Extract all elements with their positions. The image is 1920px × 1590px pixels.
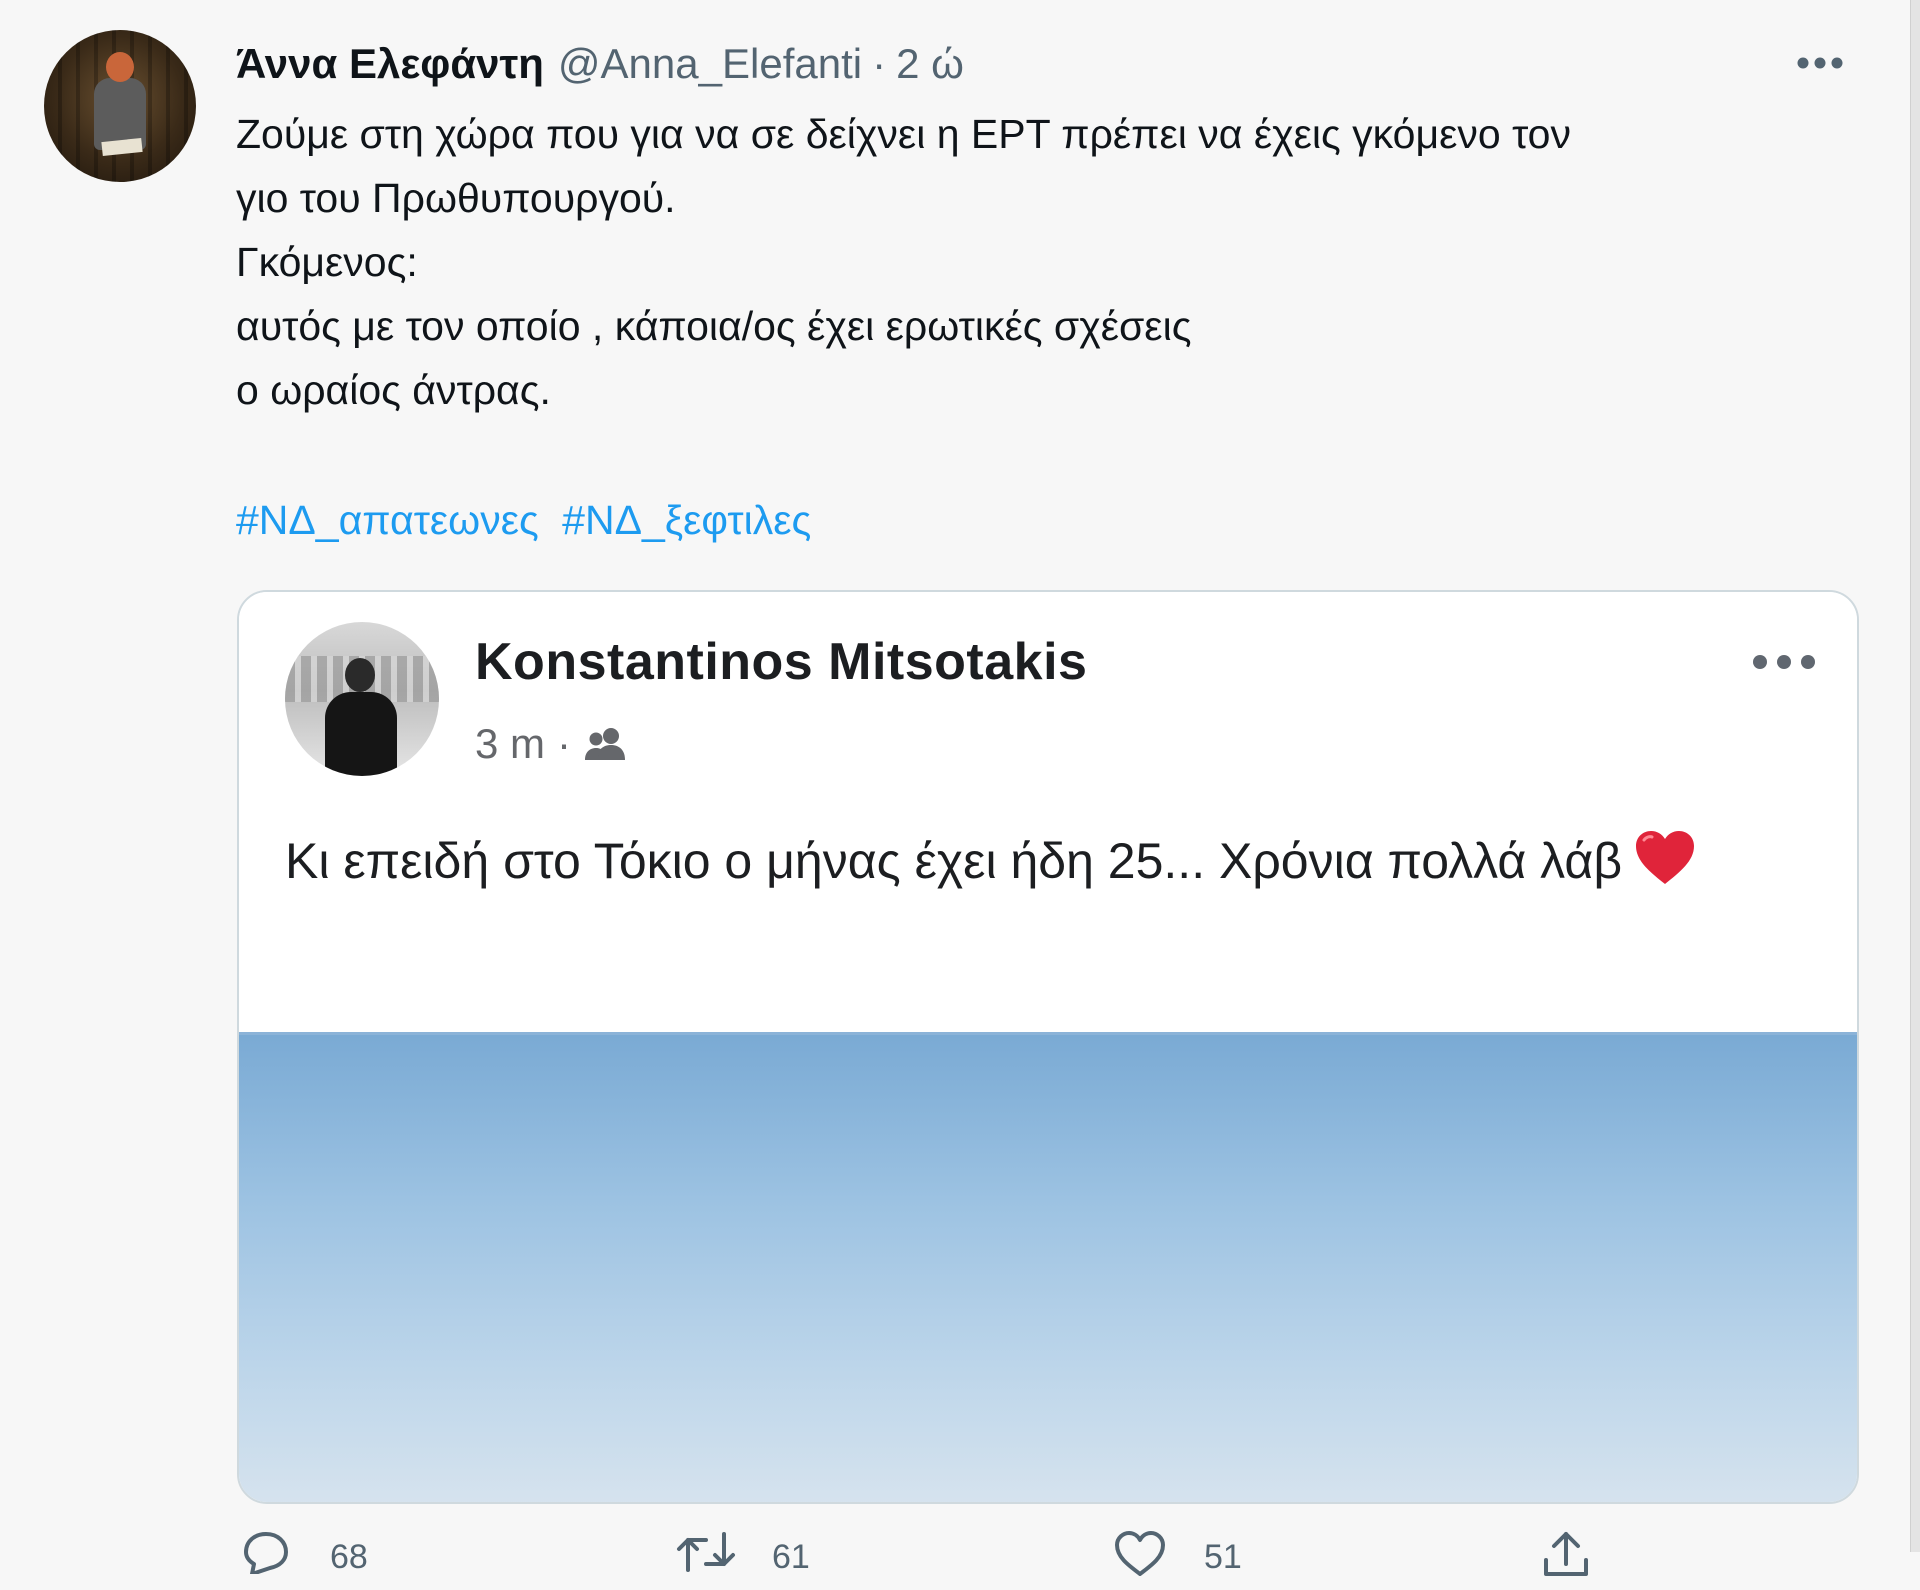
more-options-button[interactable] xyxy=(1790,40,1850,86)
like-button[interactable]: 51 xyxy=(1112,1530,1242,1578)
fb-post-author-name: Konstantinos Mitsotakis xyxy=(475,633,1088,691)
fb-post-more xyxy=(1739,642,1829,682)
like-count: 51 xyxy=(1204,1538,1242,1576)
reply-icon xyxy=(244,1532,288,1574)
share-icon xyxy=(1544,1532,1588,1576)
share-button[interactable] xyxy=(1540,1530,1592,1578)
retweet-icon xyxy=(677,1532,735,1572)
friends-icon xyxy=(585,728,626,760)
avatar-figure-head xyxy=(106,52,134,82)
fb-post-avatar xyxy=(285,622,439,776)
fb-post-text: Κι επειδή στο Τόκιο ο μήνας έχει ήδη 25.… xyxy=(285,814,1825,908)
heart-icon xyxy=(1115,1531,1165,1576)
tweet-header: Άννα Ελεφάντη @Anna_Elefanti · 2 ώ xyxy=(236,34,964,94)
tweet-text: Ζούμε στη χώρα που για να σε δείχνει η Ε… xyxy=(236,111,1571,413)
fb-post-photo-sky xyxy=(239,1032,1857,1502)
avatar[interactable] xyxy=(44,30,196,182)
fb-post-time: 3 m xyxy=(475,720,546,767)
fb-avatar-figure-head xyxy=(345,658,375,692)
more-horizontal-icon xyxy=(1753,655,1815,669)
red-heart-icon xyxy=(1636,831,1695,884)
fb-avatar-figure-body xyxy=(325,692,397,776)
fb-post-text-content: Κι επειδή στο Τόκιο ο μήνας έχει ήδη 25.… xyxy=(285,833,1623,889)
window-scrollbar-edge xyxy=(1910,0,1920,1552)
header-separator: · xyxy=(872,40,887,87)
retweet-count: 61 xyxy=(772,1538,810,1576)
attached-image[interactable]: Konstantinos Mitsotakis 3 m · Κι επειδή … xyxy=(237,590,1859,1504)
reply-count: 68 xyxy=(330,1538,368,1576)
fb-post-separator: · xyxy=(557,720,572,767)
hashtag-link[interactable]: #ΝΔ_ξεφτιλες xyxy=(562,497,811,543)
fb-post-meta: 3 m · xyxy=(475,716,629,772)
retweet-button[interactable]: 61 xyxy=(676,1530,810,1577)
tweet-actions: 68 61 51 xyxy=(236,1530,1636,1590)
author-display-name[interactable]: Άννα Ελεφάντη xyxy=(236,40,544,88)
tweet: Άννα Ελεφάντη @Anna_Elefanti · 2 ώ Ζούμε… xyxy=(0,0,1900,1576)
hashtag-link[interactable]: #ΝΔ_απατεωνες xyxy=(236,497,539,543)
tweet-timestamp[interactable]: 2 ώ xyxy=(896,40,964,88)
facebook-post-screenshot: Konstantinos Mitsotakis 3 m · Κι επειδή … xyxy=(239,592,1857,1032)
more-horizontal-icon xyxy=(1797,57,1843,69)
hashtags: #ΝΔ_απατεωνες #ΝΔ_ξεφτιλες xyxy=(236,488,811,552)
reply-button[interactable]: 68 xyxy=(238,1530,368,1577)
author-handle[interactable]: @Anna_Elefanti xyxy=(558,40,862,88)
